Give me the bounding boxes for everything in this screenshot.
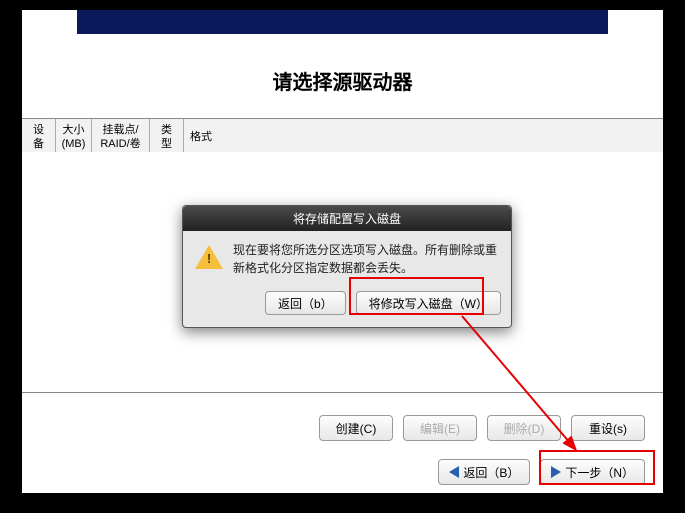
- col-size[interactable]: 大小 (MB): [56, 119, 92, 155]
- col-type[interactable]: 类型: [150, 119, 184, 155]
- arrow-right-icon: [551, 466, 561, 478]
- table-header: 设备 大小 (MB) 挂载点/ RAID/卷 类型 格式: [22, 118, 663, 156]
- title-area: 请选择源驱动器: [22, 50, 663, 110]
- dialog-write-button[interactable]: 将修改写入磁盘（W）: [356, 291, 501, 315]
- create-button[interactable]: 创建(C): [319, 415, 393, 441]
- next-button[interactable]: 下一步（N）: [540, 459, 645, 485]
- warning-icon: [195, 245, 223, 269]
- col-device[interactable]: 设备: [22, 119, 56, 155]
- footer-nav: 返回（B） 下一步（N）: [22, 459, 663, 485]
- footer-buttons: 创建(C) 编辑(E) 删除(D) 重设(s): [22, 415, 663, 441]
- dialog-message: 现在要将您所选分区选项写入磁盘。所有删除或重新格式化分区指定数据都会丢失。: [233, 241, 499, 277]
- main-panel: 请选择源驱动器 设备 大小 (MB) 挂载点/ RAID/卷 类型 格式 创建(…: [22, 10, 663, 493]
- dialog-buttons: 返回（b） 将修改写入磁盘（W）: [183, 285, 511, 327]
- arrow-left-icon: [449, 466, 459, 478]
- col-mount[interactable]: 挂载点/ RAID/卷: [92, 119, 150, 155]
- next-label: 下一步（N）: [565, 464, 634, 481]
- page-title: 请选择源驱动器: [273, 66, 413, 95]
- dialog-back-button[interactable]: 返回（b）: [265, 291, 346, 315]
- dialog-body: 现在要将您所选分区选项写入磁盘。所有删除或重新格式化分区指定数据都会丢失。: [183, 231, 511, 285]
- top-banner: [77, 10, 608, 34]
- back-button[interactable]: 返回（B）: [438, 459, 530, 485]
- reset-button[interactable]: 重设(s): [571, 415, 645, 441]
- confirm-dialog: 将存储配置写入磁盘 现在要将您所选分区选项写入磁盘。所有删除或重新格式化分区指定…: [182, 205, 512, 328]
- back-label: 返回（B）: [463, 464, 519, 481]
- edit-button: 编辑(E): [403, 415, 477, 441]
- delete-button: 删除(D): [487, 415, 561, 441]
- dialog-title: 将存储配置写入磁盘: [183, 206, 511, 231]
- col-format[interactable]: 格式: [184, 119, 218, 155]
